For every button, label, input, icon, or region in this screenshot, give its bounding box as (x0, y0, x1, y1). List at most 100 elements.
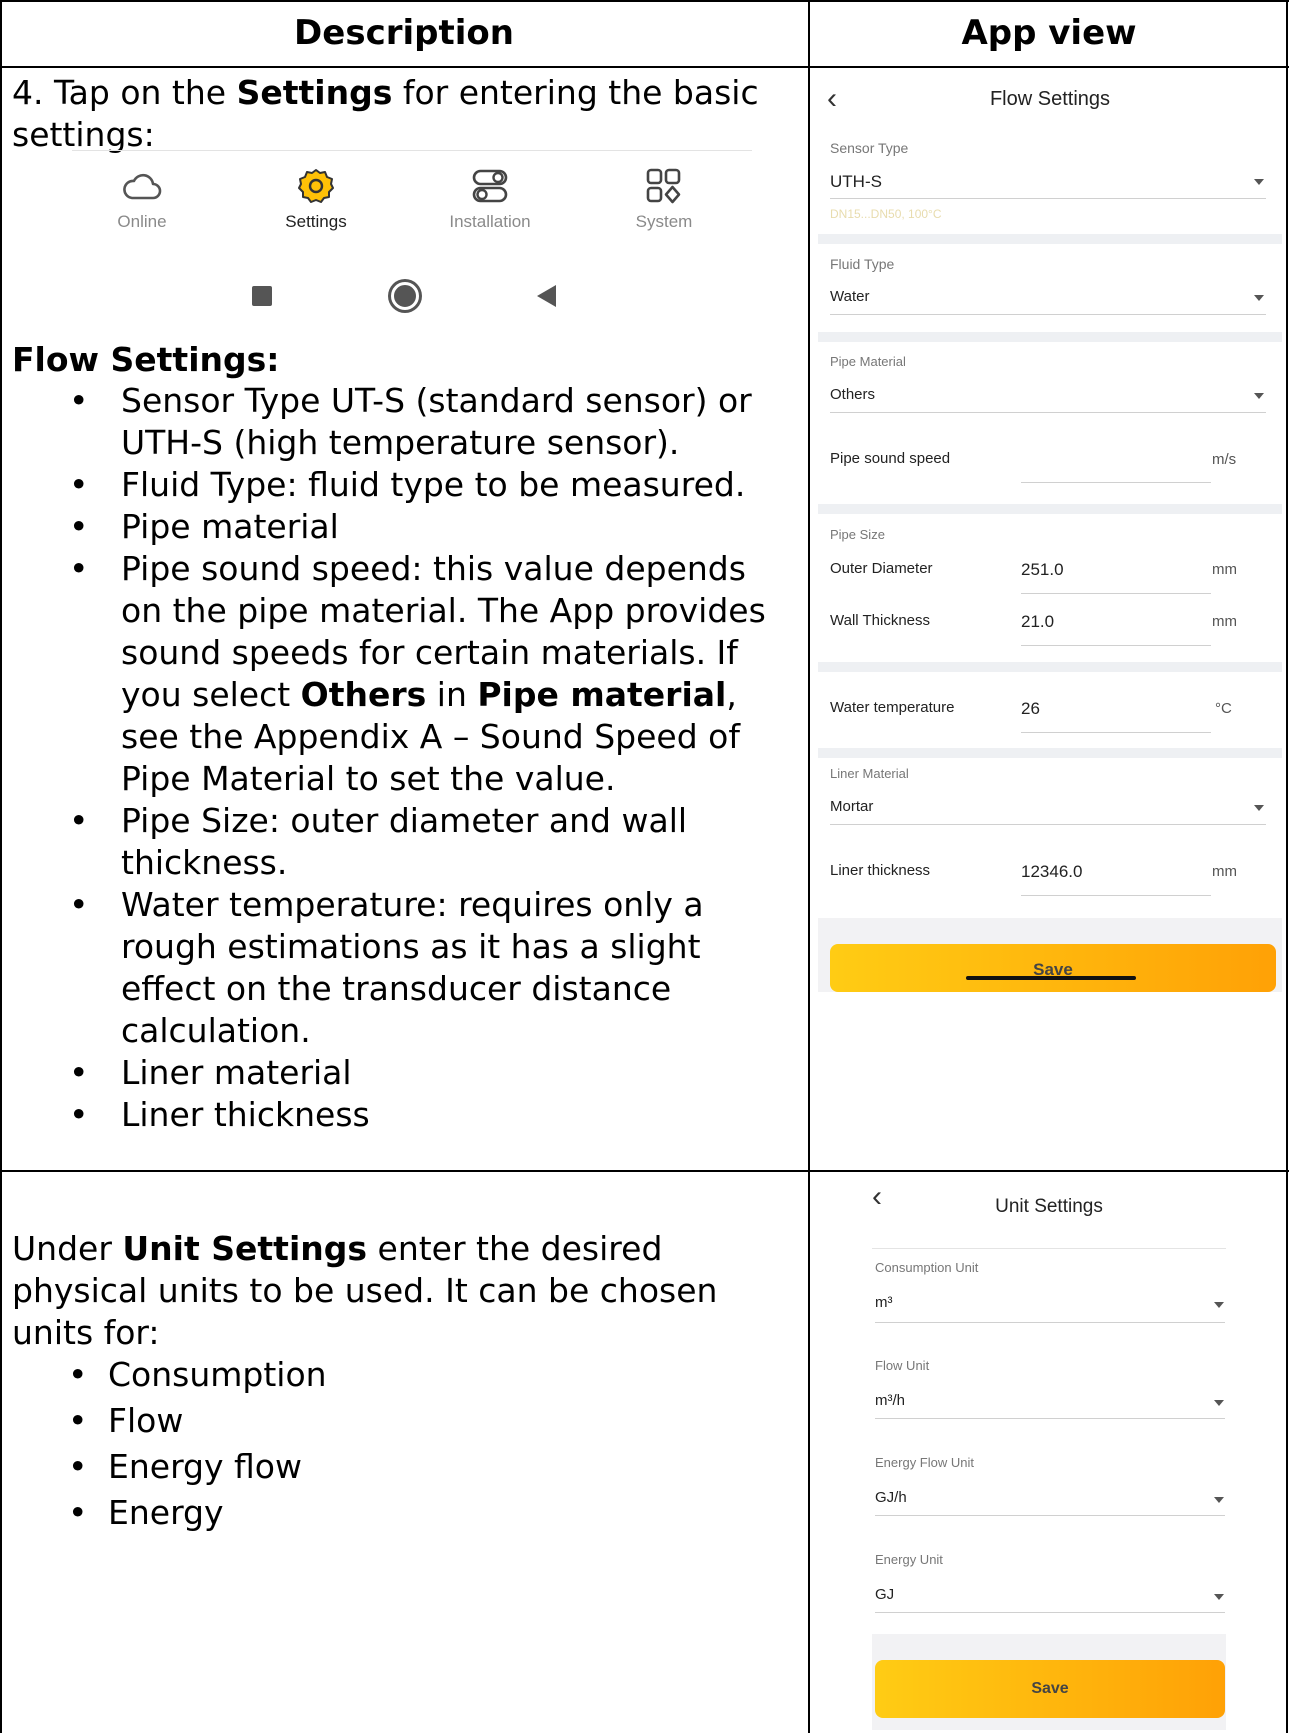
flow-settings-title: Flow Settings (989, 88, 1111, 110)
table-border-right (1286, 0, 1288, 1733)
wall-thickness-label: Wall Thickness (830, 612, 931, 629)
circle-icon[interactable] (391, 282, 419, 310)
table-header-divider (0, 66, 1289, 68)
app-bottom-nav: Online Settings Installation System (72, 150, 752, 295)
save-button[interactable]: Save (875, 1660, 1225, 1718)
fluid-type-select[interactable]: Water (830, 288, 869, 305)
unit-settings-title: Unit Settings (995, 1196, 1103, 1217)
toggles-icon (472, 169, 508, 203)
flow-unit-label: Flow Unit (875, 1358, 930, 1373)
unit-settings-bold: Unit Settings (122, 1229, 368, 1268)
outer-diameter-unit: mm (1212, 561, 1237, 578)
chevron-down-icon (1214, 1497, 1224, 1503)
liner-thickness-unit: mm (1212, 863, 1237, 880)
water-temperature-underline (1021, 732, 1211, 733)
step4-line2: settings: (12, 115, 155, 154)
energy-unit-underline (875, 1612, 1225, 1613)
section-divider (818, 234, 1282, 244)
nav-label-installation: Installation (449, 212, 531, 231)
nav-item-online[interactable]: Online (72, 166, 212, 232)
outer-diameter-input[interactable]: 251.0 (1021, 560, 1064, 580)
consumption-unit-label: Consumption Unit (875, 1260, 979, 1275)
unit-settings-bullets: • Consumption • Flow • Energy flow • Energy (68, 1352, 327, 1536)
step4-suffix: for entering the basic (392, 73, 759, 112)
liner-material-label: Liner Material (830, 766, 909, 781)
chevron-down-icon (1214, 1594, 1224, 1600)
sensor-type-underline (830, 198, 1266, 199)
list-item: • Pipe material (69, 507, 339, 546)
nav-item-installation[interactable]: Installation (420, 166, 560, 232)
section-divider (818, 662, 1282, 672)
list-item: • Fluid Type: fluid type to be measured. (69, 465, 746, 504)
pipe-size-label: Pipe Size (830, 527, 885, 542)
chevron-down-icon (1214, 1302, 1224, 1308)
back-triangle-icon[interactable] (537, 285, 556, 307)
outer-diameter-underline (1021, 593, 1211, 594)
liner-thickness-input[interactable]: 12346.0 (1021, 862, 1082, 882)
section-divider (818, 504, 1282, 514)
chevron-down-icon (1214, 1400, 1224, 1406)
list-item: • Consumption (68, 1355, 327, 1394)
section-divider (818, 332, 1282, 342)
fluid-type-underline (830, 314, 1266, 315)
pipe-sound-speed-label: Pipe sound speed (830, 450, 951, 467)
flow-settings-screen: ‹ Flow Settings Sensor Type UTH-S DN15..… (818, 72, 1282, 992)
pipe-sound-speed-unit: m/s (1212, 451, 1237, 468)
chevron-down-icon (1254, 295, 1264, 301)
pipe-material-label: Pipe Material (830, 354, 906, 369)
section-divider (818, 748, 1282, 758)
list-item: • Liner thickness (69, 1095, 370, 1134)
liner-thickness-underline (1021, 895, 1211, 896)
energy-unit-label: Energy Unit (875, 1552, 943, 1567)
flow-settings-bullets: • Sensor Type UT-S (standard sensor) or UT… (69, 380, 766, 1136)
list-item: • Energy flow (68, 1447, 302, 1486)
home-indicator (966, 976, 1136, 980)
nav-label-system: System (635, 212, 693, 231)
pipe-sound-speed-input[interactable] (1021, 482, 1211, 483)
energy-unit-select[interactable]: GJ (875, 1586, 894, 1603)
nav-label-online: Online (117, 212, 167, 231)
nav-item-system[interactable]: System (594, 166, 734, 232)
save-button[interactable]: Save (830, 944, 1276, 992)
list-item: • Energy (68, 1493, 224, 1532)
list-item: • Liner material (69, 1053, 352, 1092)
title-divider (872, 1248, 1226, 1249)
table-row-divider (0, 1170, 1289, 1172)
list-item: • Water temperature: requires only a rough… (69, 885, 704, 1050)
water-temperature-input[interactable]: 26 (1021, 699, 1040, 719)
sensor-type-select[interactable]: UTH-S (830, 172, 882, 192)
unit-settings-screen: ‹ Unit Settings Consumption Unit m³ Flow… (858, 1178, 1240, 1730)
consumption-unit-select[interactable]: m³ (875, 1294, 893, 1311)
sensor-type-label: Sensor Type (830, 140, 909, 156)
table-column-divider (808, 0, 810, 1733)
square-icon[interactable] (252, 286, 272, 306)
document-table: Description App view 4. Tap on the Setti… (0, 0, 1289, 1733)
gear-icon (298, 169, 334, 203)
grid-icon (646, 168, 681, 204)
step4-prefix: 4. Tap on the (12, 73, 237, 112)
consumption-underline (875, 1322, 1225, 1323)
chevron-down-icon (1254, 393, 1264, 399)
list-item: • Flow (68, 1401, 184, 1440)
fluid-type-label: Fluid Type (830, 256, 895, 272)
pipe-material-select[interactable]: Others (830, 386, 875, 403)
energy-flow-unit-select[interactable]: GJ/h (875, 1489, 907, 1506)
list-item: • Pipe sound speed: this value depends on … (69, 549, 766, 798)
chevron-down-icon (1254, 179, 1264, 185)
liner-material-select[interactable]: Mortar (830, 798, 873, 815)
liner-thickness-label: Liner thickness (830, 862, 931, 879)
outer-diameter-label: Outer Diameter (830, 560, 933, 577)
flow-settings-heading: Flow Settings: (12, 340, 280, 379)
flow-unit-select[interactable]: m³/h (875, 1392, 905, 1409)
table-border-left (0, 0, 2, 1733)
energy-flow-unit-label: Energy Flow Unit (875, 1455, 974, 1470)
step4-settings-bold: Settings (236, 73, 393, 112)
wall-thickness-input[interactable]: 21.0 (1021, 612, 1054, 632)
nav-item-settings[interactable]: Settings (246, 166, 386, 232)
water-temperature-label: Water temperature (830, 699, 955, 716)
list-item: • Pipe Size: outer diameter and wall thick… (69, 801, 688, 882)
chevron-down-icon (1254, 805, 1264, 811)
nav-label-settings: Settings (285, 212, 347, 231)
liner-material-underline (830, 824, 1266, 825)
list-item: • Sensor Type UT-S (standard sensor) or UT… (69, 381, 752, 462)
